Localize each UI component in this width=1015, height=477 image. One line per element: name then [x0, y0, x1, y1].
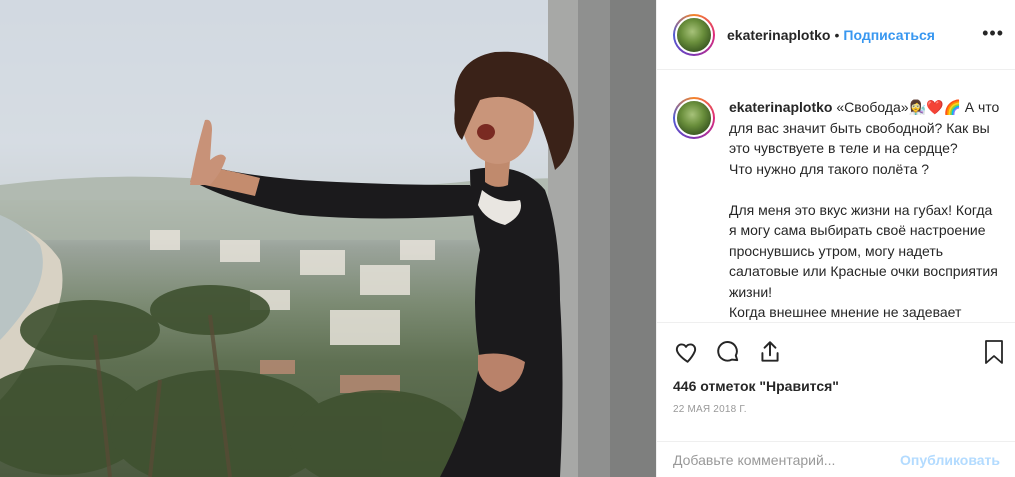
avatar-image	[675, 99, 713, 137]
author-avatar[interactable]	[673, 13, 715, 56]
heart-icon[interactable]	[673, 339, 699, 365]
post-actions: 446 отметок "Нравится" 22 МАЯ 2018 Г.	[657, 322, 1015, 452]
post-photo[interactable]	[0, 0, 656, 477]
instagram-post: ekaterinaplotko • Подписаться ••• ekater…	[0, 0, 1015, 477]
comments-section[interactable]: ekaterinaplotko «Свобода»👩‍🔬❤️🌈 А что дл…	[657, 71, 1015, 321]
comment-input[interactable]	[673, 451, 901, 468]
caption-username[interactable]: ekaterinaplotko	[729, 99, 832, 115]
action-icons-group	[673, 339, 783, 365]
author-username[interactable]: ekaterinaplotko	[727, 27, 830, 43]
caption: ekaterinaplotko «Свобода»👩‍🔬❤️🌈 А что дл…	[673, 97, 1000, 321]
photo-scene	[0, 0, 656, 477]
add-comment-bar: Опубликовать	[657, 441, 1015, 477]
likes-count[interactable]: 446 отметок "Нравится"	[673, 378, 839, 394]
more-options-icon[interactable]: •••	[982, 24, 1004, 42]
publish-button[interactable]: Опубликовать	[900, 452, 1000, 468]
caption-body: ekaterinaplotko «Свобода»👩‍🔬❤️🌈 А что дл…	[729, 97, 1000, 321]
caption-avatar[interactable]	[673, 97, 715, 139]
post-date[interactable]: 22 МАЯ 2018 Г.	[673, 404, 747, 415]
header-separator: •	[834, 26, 840, 43]
caption-text: «Свобода»👩‍🔬❤️🌈 А что для вас значит быт…	[729, 99, 1000, 320]
post-side-panel: ekaterinaplotko • Подписаться ••• ekater…	[656, 0, 1015, 477]
woman-mouth	[477, 124, 495, 140]
comment-icon[interactable]	[715, 339, 741, 365]
post-header: ekaterinaplotko • Подписаться •••	[657, 0, 1015, 70]
bookmark-icon[interactable]	[982, 339, 1006, 365]
follow-button[interactable]: Подписаться	[843, 27, 935, 43]
share-icon[interactable]	[757, 339, 783, 365]
wall-shadow	[610, 0, 656, 477]
avatar-image	[675, 15, 713, 54]
